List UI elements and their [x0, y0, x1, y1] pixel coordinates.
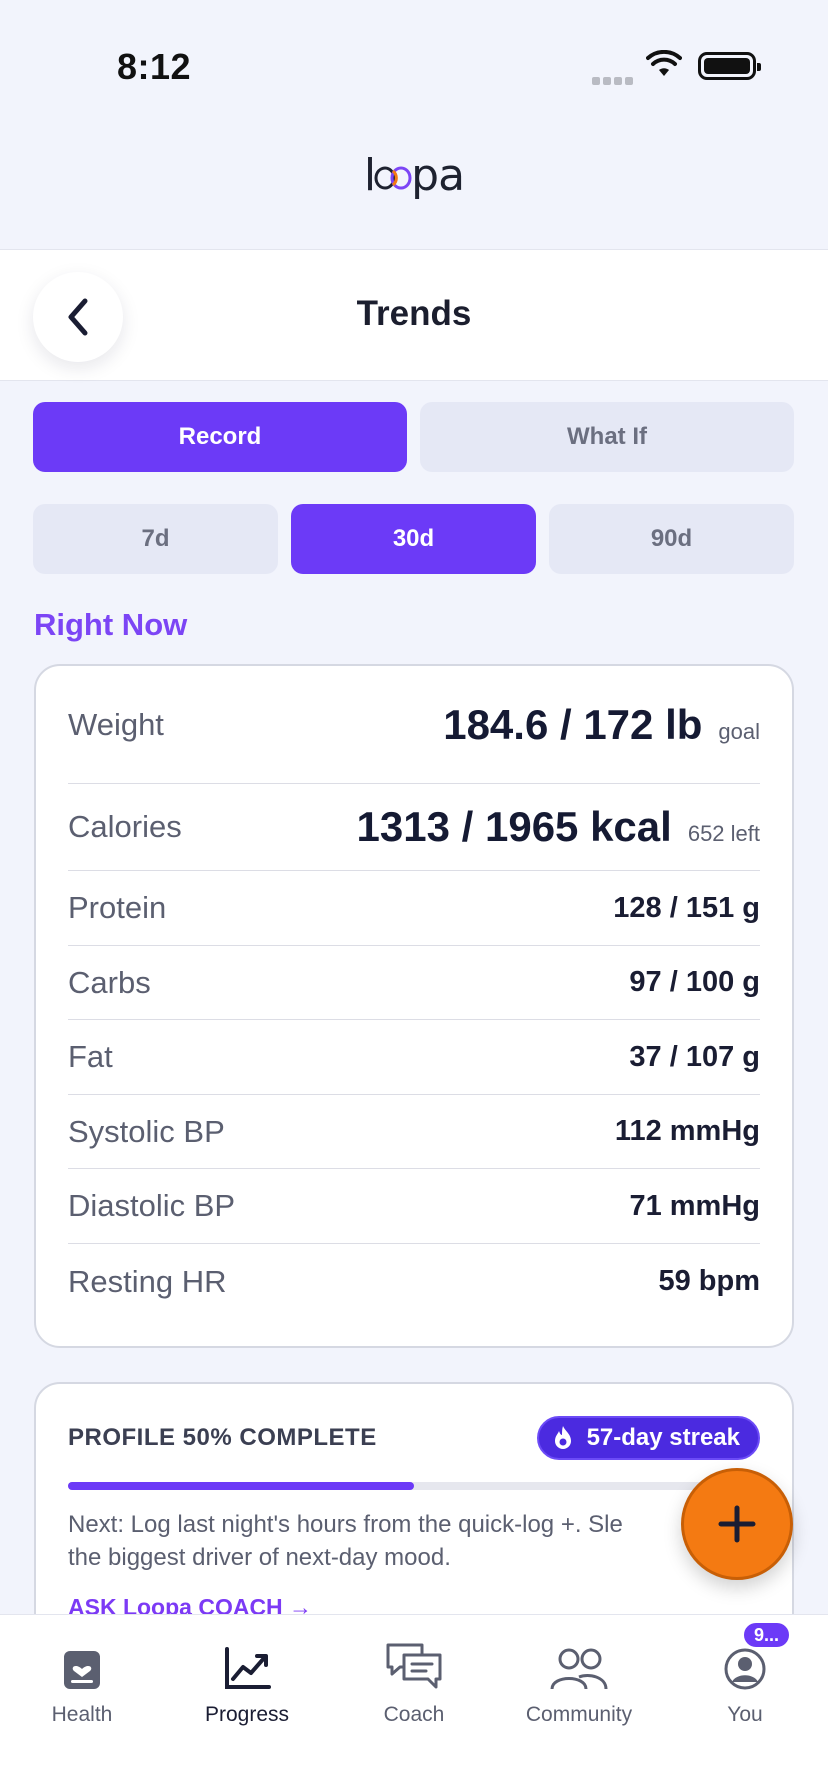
- status-bar: 8:12: [0, 0, 828, 130]
- battery-icon: [698, 52, 761, 80]
- profile-progress-bar: [68, 1482, 760, 1490]
- tab-coach[interactable]: Coach: [344, 1639, 484, 1727]
- wifi-icon: [646, 50, 682, 76]
- health-icon: [64, 1651, 100, 1689]
- people-icon: [550, 1648, 608, 1690]
- range-7d[interactable]: 7d: [33, 504, 278, 574]
- section-title-right-now: Right Now: [34, 607, 188, 642]
- metric-value: 37 / 107 g: [629, 1040, 760, 1073]
- metric-row-protein: Protein 128 / 151 g: [68, 871, 760, 946]
- profile-title: PROFILE 50% COMPLETE: [68, 1424, 377, 1451]
- plus-icon: [718, 1505, 756, 1543]
- tab-label: Community: [525, 1703, 633, 1726]
- tab-you[interactable]: You: [675, 1639, 815, 1727]
- bottom-tab-bar: Health Progress Coach Community You: [0, 1614, 828, 1792]
- metric-row-carbs: Carbs 97 / 100 g: [68, 946, 760, 1020]
- profile-next-line-2: the biggest driver of next-day mood.: [68, 1544, 451, 1571]
- tab-label: Health: [51, 1703, 113, 1726]
- notification-badge: 9...: [742, 1621, 792, 1649]
- range-30d[interactable]: 30d: [291, 504, 536, 574]
- status-time: 8:12: [117, 46, 192, 87]
- flame-icon: [554, 1426, 571, 1449]
- metric-label: Protein: [68, 890, 167, 925]
- metric-label: Diastolic BP: [68, 1188, 236, 1223]
- chat-icon: [386, 1643, 442, 1689]
- metric-row-resting-hr: Resting HR 59 bpm: [68, 1244, 760, 1319]
- cellular-signal-icon: [592, 72, 636, 90]
- profile-icon: [724, 1648, 766, 1690]
- range-90d[interactable]: 90d: [549, 504, 794, 574]
- metric-row-weight: Weight 184.6 / 172 lb goal: [68, 666, 760, 784]
- tab-record[interactable]: Record: [33, 402, 407, 472]
- metric-value: 59 bpm: [658, 1265, 760, 1297]
- profile-next-step: Next: Log last night's hours from the qu…: [68, 1508, 708, 1574]
- metric-row-diastolic-bp: Diastolic BP 71 mmHg: [68, 1169, 760, 1244]
- streak-label: 57-day streak: [586, 1424, 740, 1451]
- metric-value: 112 mmHg: [614, 1115, 760, 1147]
- metric-value: 71 mmHg: [629, 1189, 760, 1222]
- metric-row-calories: Calories 1313 / 1965 kcal 652 left: [68, 784, 760, 871]
- tab-health[interactable]: Health: [12, 1639, 152, 1727]
- metric-row-systolic-bp: Systolic BP 112 mmHg: [68, 1095, 760, 1169]
- profile-card: PROFILE 50% COMPLETE 57-day streak Next:…: [34, 1382, 794, 1642]
- metric-value: 1313 / 1965 kcal: [356, 803, 672, 850]
- metric-suffix: 652 left: [687, 821, 760, 846]
- nav-header: Trends: [0, 249, 828, 381]
- tab-community[interactable]: Community: [509, 1639, 649, 1727]
- metric-value: 97 / 100 g: [629, 966, 760, 998]
- tab-label: Coach: [383, 1703, 445, 1726]
- metric-label: Resting HR: [68, 1263, 227, 1299]
- metric-label: Carbs: [68, 964, 151, 1000]
- loopa-logo: l pa: [363, 150, 465, 201]
- tab-what-if[interactable]: What If: [420, 402, 794, 472]
- chart-icon: [225, 1647, 271, 1689]
- profile-progress-fill: [68, 1482, 414, 1490]
- quick-log-button[interactable]: [681, 1468, 793, 1580]
- metric-label: Calories: [68, 809, 182, 844]
- metric-label: Systolic BP: [68, 1113, 225, 1149]
- profile-next-line-1: Next: Log last night's hours from the qu…: [68, 1511, 623, 1538]
- tab-label: You: [727, 1703, 763, 1726]
- tab-label: Progress: [204, 1703, 290, 1726]
- metric-value: 128 / 151 g: [613, 891, 760, 924]
- page-title: Trends: [356, 294, 472, 333]
- metric-label: Weight: [68, 706, 164, 742]
- right-now-card: Weight 184.6 / 172 lb goal Calories 1313 …: [34, 664, 794, 1348]
- tab-progress[interactable]: Progress: [177, 1639, 317, 1727]
- metric-label: Fat: [68, 1039, 113, 1074]
- metric-row-fat: Fat 37 / 107 g: [68, 1020, 760, 1095]
- metric-suffix: goal: [718, 718, 760, 744]
- metric-value: 184.6 / 172 lb: [443, 700, 703, 748]
- brand-header: l pa: [0, 150, 828, 201]
- streak-badge: 57-day streak: [536, 1416, 760, 1460]
